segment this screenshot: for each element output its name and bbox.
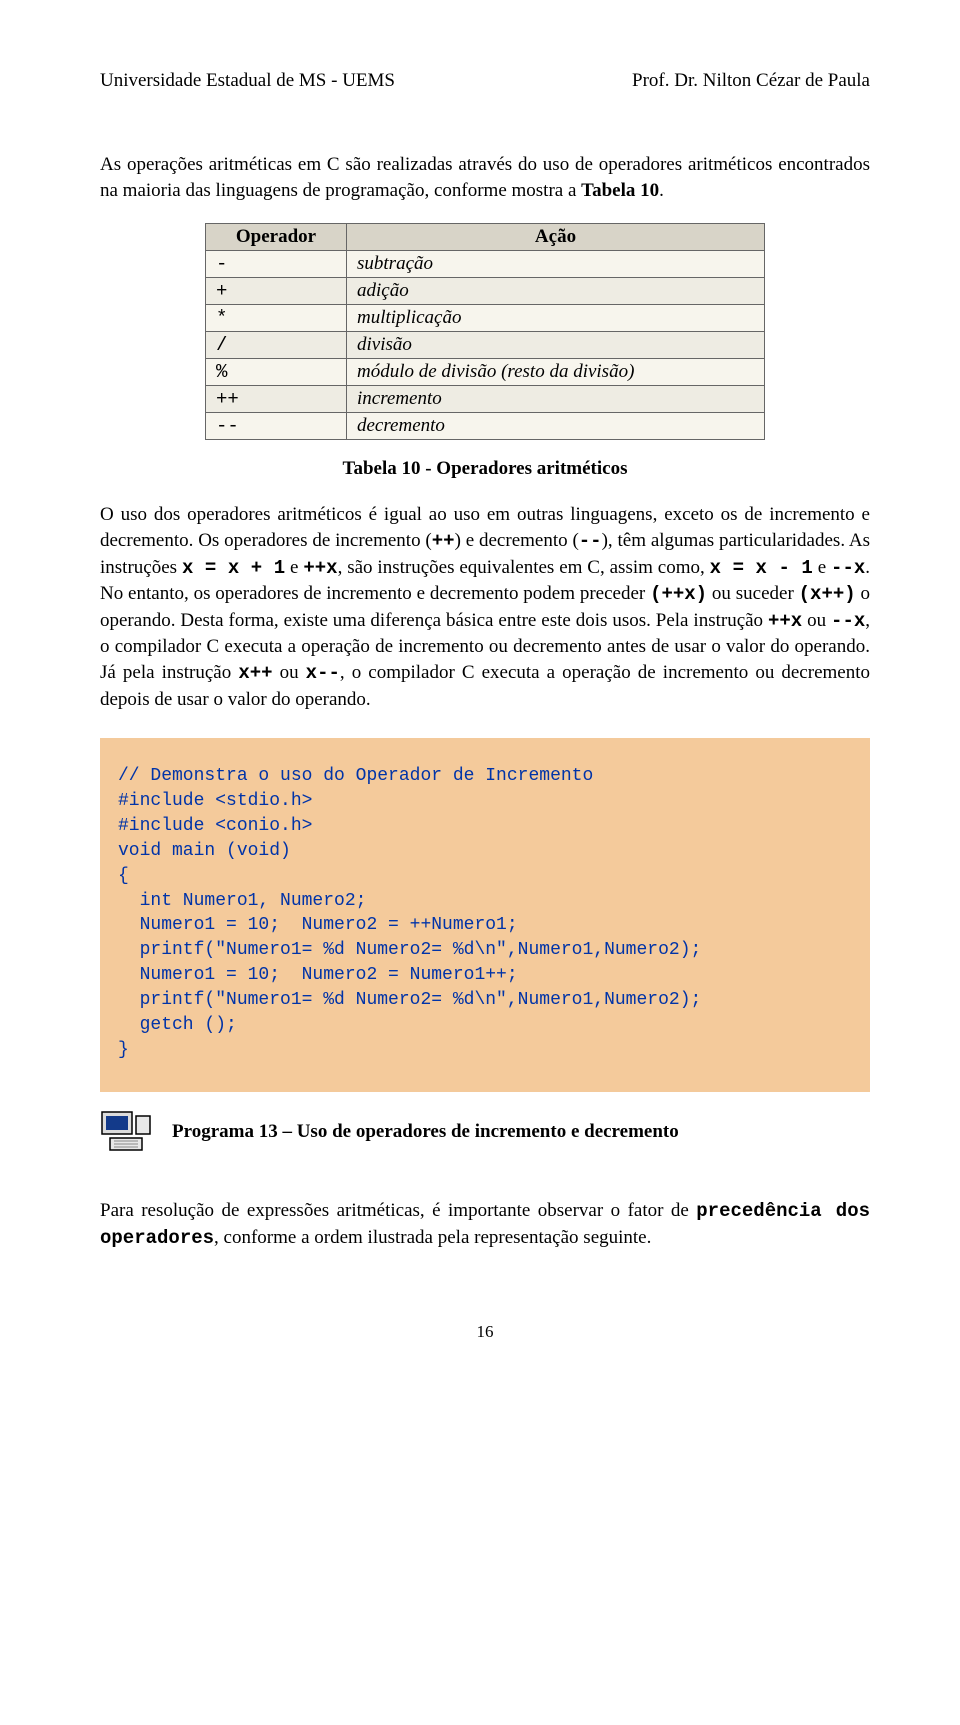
cell-ac: decremento — [347, 413, 765, 440]
table-caption: Tabela 10 - Operadores aritméticos — [100, 458, 870, 480]
page: Universidade Estadual de MS - UEMS Prof.… — [0, 0, 960, 1382]
inline-code: x++ — [238, 662, 272, 684]
th-action: Ação — [347, 224, 765, 251]
intro-text-1: As operações aritméticas em C são realiz… — [100, 154, 870, 201]
table-row: ++ incremento — [206, 386, 765, 413]
header-left: Universidade Estadual de MS - UEMS — [100, 70, 395, 92]
cell-ac: incremento — [347, 386, 765, 413]
body-t: e — [285, 557, 303, 578]
program-caption-line: Programa 13 – Uso de operadores de incre… — [100, 1106, 870, 1158]
cell-ac: módulo de divisão (resto da divisão) — [347, 359, 765, 386]
inline-code: x = x + 1 — [182, 557, 285, 579]
body-t: ou — [802, 610, 831, 631]
body-t: e — [813, 557, 831, 578]
program-caption: Programa 13 – Uso de operadores de incre… — [172, 1121, 679, 1143]
inline-code: x = x - 1 — [710, 557, 813, 579]
body-t: ou suceder — [707, 583, 799, 604]
table-row: - subtração — [206, 251, 765, 278]
inline-code: --x — [831, 610, 865, 632]
inline-code: (++x) — [650, 583, 707, 605]
running-header: Universidade Estadual de MS - UEMS Prof.… — [100, 70, 870, 92]
body-t: ) e decremento ( — [455, 530, 579, 551]
intro-tableref: Tabela 10 — [581, 180, 659, 201]
table-header-row: Operador Ação — [206, 224, 765, 251]
intro-paragraph: As operações aritméticas em C são realiz… — [100, 152, 870, 203]
cell-op: % — [206, 359, 347, 386]
closing-paragraph: Para resolução de expressões aritméticas… — [100, 1198, 870, 1251]
inline-code: ++ — [432, 530, 455, 552]
page-number: 16 — [100, 1322, 870, 1342]
table-row: / divisão — [206, 332, 765, 359]
inline-code: -- — [579, 530, 602, 552]
closing-t3: , conforme a ordem ilustrada pela repres… — [214, 1227, 651, 1248]
table-row: -- decremento — [206, 413, 765, 440]
cell-op: * — [206, 305, 347, 332]
cell-ac: adição — [347, 278, 765, 305]
inline-code: x-- — [306, 662, 340, 684]
cell-ac: subtração — [347, 251, 765, 278]
cell-op: / — [206, 332, 347, 359]
inline-code: --x — [831, 557, 865, 579]
cell-ac: divisão — [347, 332, 765, 359]
inline-code: ++x — [303, 557, 337, 579]
inline-code: ++x — [768, 610, 802, 632]
cell-ac: multiplicação — [347, 305, 765, 332]
table-row: + adição — [206, 278, 765, 305]
inline-code: (x++) — [799, 583, 856, 605]
cell-op: -- — [206, 413, 347, 440]
intro-text-1c: . — [659, 180, 664, 201]
table-row: * multiplicação — [206, 305, 765, 332]
closing-t1: Para resolução de expressões aritméticas… — [100, 1200, 696, 1221]
body-t: ou — [273, 662, 306, 683]
body-paragraph: O uso dos operadores aritméticos é igual… — [100, 502, 870, 712]
cell-op: + — [206, 278, 347, 305]
header-right: Prof. Dr. Nilton Cézar de Paula — [632, 70, 870, 92]
code-block: // Demonstra o uso do Operador de Increm… — [100, 738, 870, 1092]
cell-op: ++ — [206, 386, 347, 413]
computer-icon — [100, 1106, 152, 1158]
th-operator: Operador — [206, 224, 347, 251]
cell-op: - — [206, 251, 347, 278]
table-row: % módulo de divisão (resto da divisão) — [206, 359, 765, 386]
operator-table: Operador Ação - subtração + adição * mul… — [205, 223, 765, 440]
body-t: , são instruções equivalentes em C, assi… — [338, 557, 710, 578]
